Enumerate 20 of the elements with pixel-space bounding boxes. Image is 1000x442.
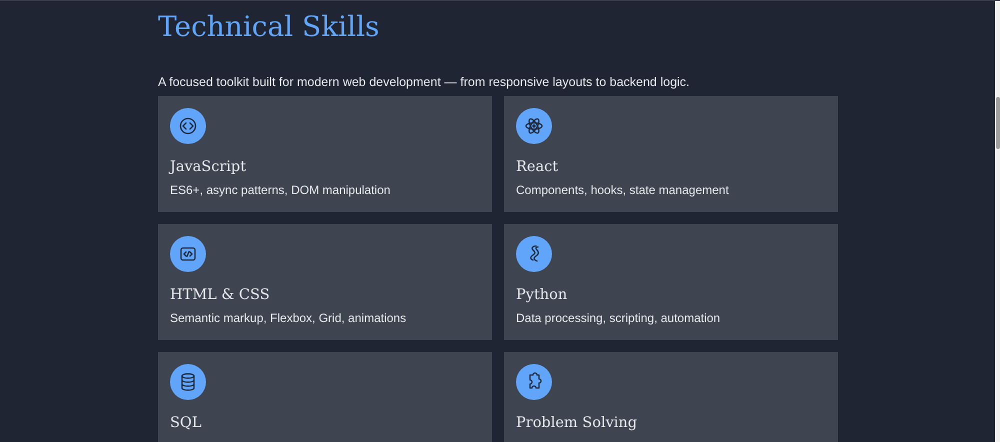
skill-name: HTML & CSS xyxy=(170,286,271,305)
section-subtitle: A focused toolkit built for modern web development — from responsive layouts to backend logic. xyxy=(158,74,691,90)
skill-description: Components, hooks, state management xyxy=(516,182,730,198)
scrollbar-thumb[interactable] xyxy=(996,97,1000,149)
skill-description: Data processing, scripting, automation xyxy=(516,310,722,326)
puzzle-piece-icon xyxy=(516,364,552,400)
skill-description: ES6+, async patterns, DOM manipulation xyxy=(170,182,392,198)
skill-name: Python xyxy=(516,286,568,305)
skill-name: JavaScript xyxy=(170,158,248,177)
code-window-icon xyxy=(170,236,206,272)
code-brackets-icon xyxy=(170,108,206,144)
skill-name: React xyxy=(516,158,560,177)
scrollbar[interactable] xyxy=(995,1,1000,442)
snake-icon xyxy=(516,236,552,272)
atom-icon xyxy=(516,108,552,144)
skill-description: Semantic markup, Flexbox, Grid, animations xyxy=(170,310,408,326)
section-title: Technical Skills xyxy=(158,9,380,45)
database-icon xyxy=(170,364,206,400)
skill-name: Problem Solving xyxy=(516,414,638,433)
skill-name: SQL xyxy=(170,414,202,433)
